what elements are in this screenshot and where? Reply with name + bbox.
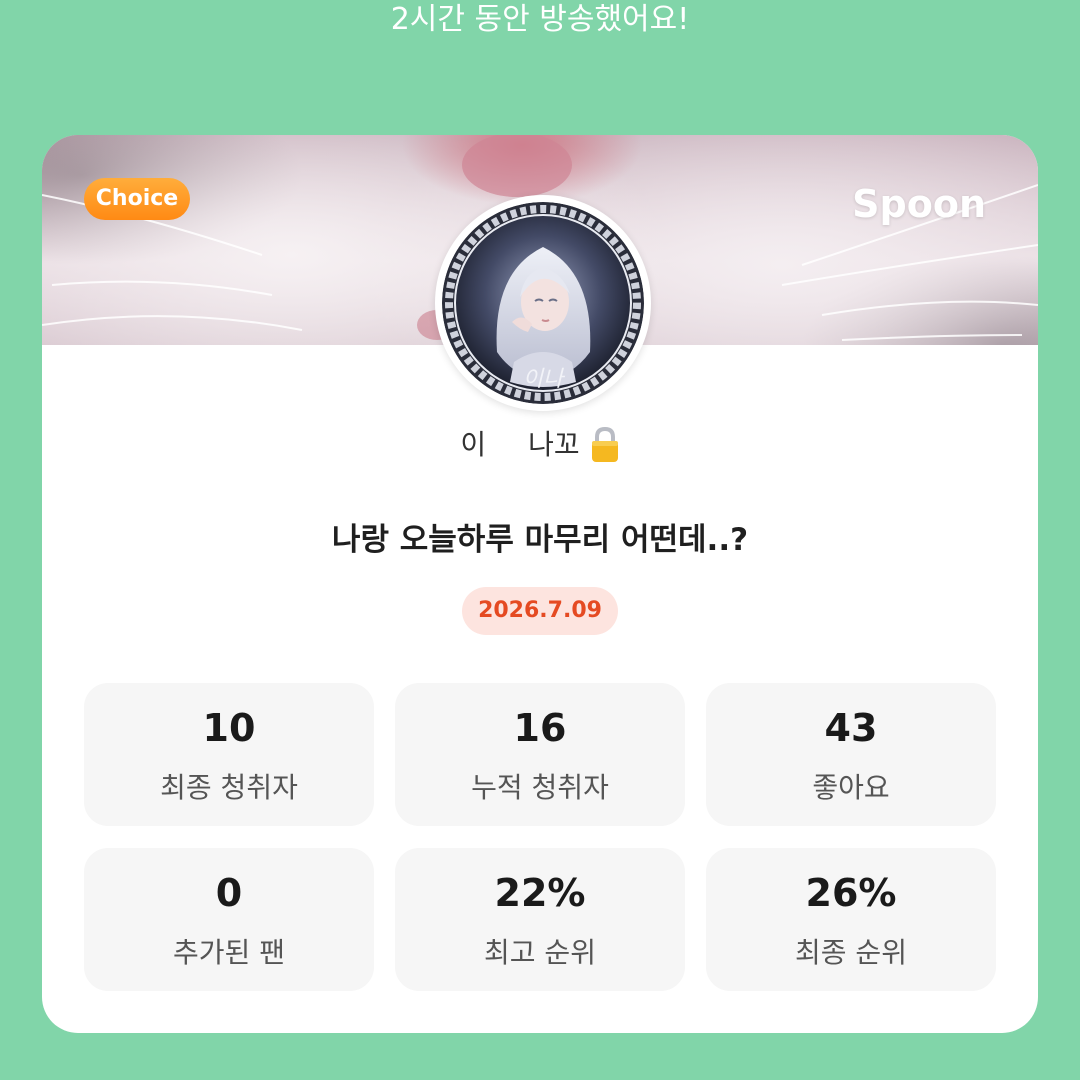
avatar-image: 이나 [442,202,644,404]
stat-value: 16 [513,706,567,750]
stat-value: 26% [805,871,897,915]
stat-best-rank: 22% 최고 순위 [395,848,685,991]
broadcast-title: 나랑 오늘하루 마무리 어떤데..? [331,522,749,558]
stat-label: 추가된 팬 [173,936,285,969]
stat-final-listeners: 10 최종 청취자 [84,683,374,826]
lock-icon [591,426,618,462]
stat-likes: 43 좋아요 [706,683,996,826]
stat-value: 10 [202,706,256,750]
dj-nickname: 이 나꼬 [42,423,1038,467]
broadcast-summary-card: Choice Spoon 이나 이 나꼬 나랑 오늘하루 마무리 어떤데..? … [42,135,1038,1033]
stat-label: 최고 순위 [484,936,596,969]
stat-label: 누적 청취자 [471,771,609,804]
broadcast-duration-headline: 2시간 동안 방송했어요! [390,2,690,37]
avatar-caption: 이나 [523,367,566,392]
stat-value: 0 [215,871,243,915]
stat-new-fans: 0 추가된 팬 [84,848,374,991]
stat-value: 22% [494,871,586,915]
stat-label: 최종 청취자 [160,771,298,804]
stat-final-rank: 26% 최종 순위 [706,848,996,991]
spoon-logo: Spoon [852,182,986,226]
stat-label: 좋아요 [812,771,890,804]
nickname-second: 나꼬 [528,428,580,461]
broadcast-date-badge: 2026.7.09 [462,587,618,635]
dj-avatar[interactable]: 이나 [435,195,651,411]
stat-total-listeners: 16 누적 청취자 [395,683,685,826]
stat-label: 최종 순위 [795,936,907,969]
nickname-first: 이 [460,428,487,461]
stat-value: 43 [824,706,878,750]
stats-grid: 10 최종 청취자 16 누적 청취자 43 좋아요 0 추가된 팬 22% 최… [84,683,996,991]
choice-badge: Choice [84,178,190,220]
